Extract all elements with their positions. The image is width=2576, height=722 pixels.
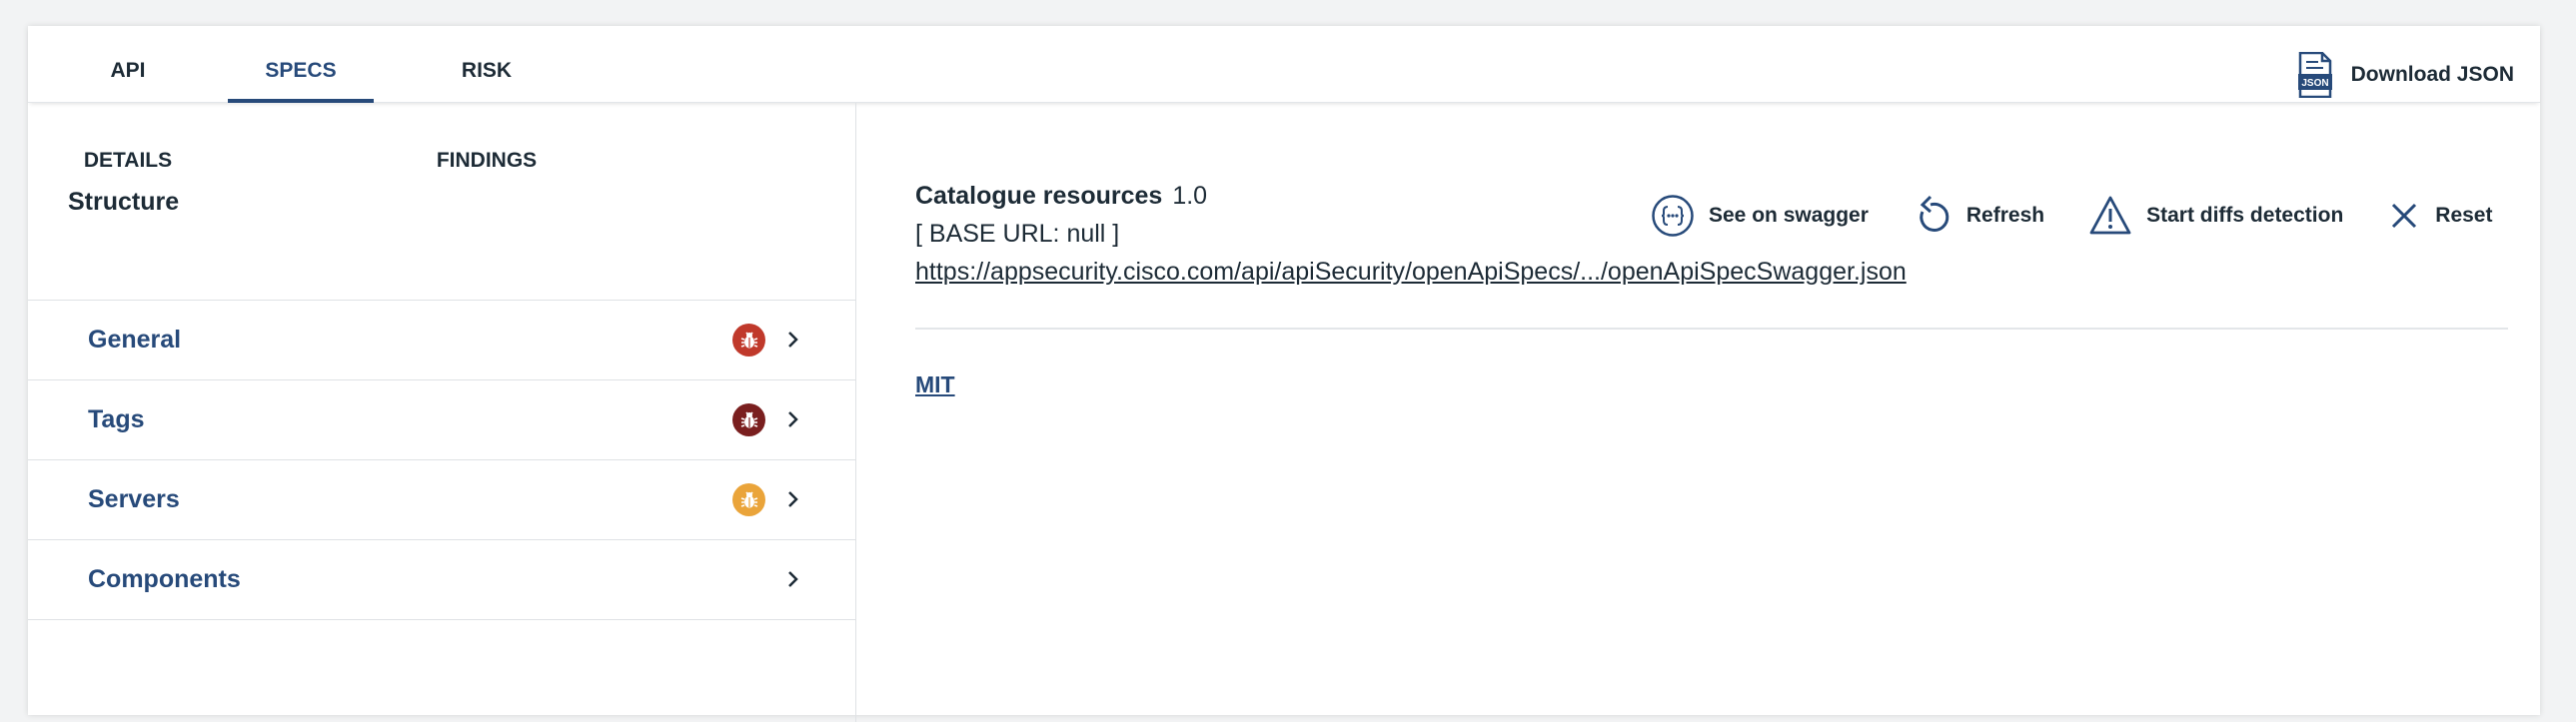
structure-title: Structure — [68, 188, 180, 216]
spec-swagger-link[interactable]: https://appsecurity.cisco.com/api/apiSec… — [915, 258, 1907, 287]
see-on-swagger-label: See on swagger — [1709, 204, 1869, 227]
refresh-label: Refresh — [1965, 204, 2045, 227]
chevron-right-icon — [788, 571, 798, 587]
close-icon — [2392, 203, 2417, 229]
structure-item-label: Tags — [88, 405, 145, 433]
json-icon-text: JSON — [2301, 78, 2328, 89]
structure-item-label: General — [88, 326, 182, 354]
start-diffs-detection-label: Start diffs detection — [2146, 204, 2344, 227]
warning-icon — [2089, 196, 2131, 235]
tab-specs[interactable]: SPECS — [228, 26, 374, 103]
bug-icon — [732, 483, 765, 516]
tab-api-details[interactable]: API DETAILS — [68, 26, 188, 172]
license-link[interactable]: MIT — [915, 371, 955, 398]
spec-title: Catalogue resources 1.0 — [915, 182, 1207, 211]
swagger-icon — [1652, 195, 1694, 237]
download-json-button[interactable]: JSON Download JSON — [2297, 52, 2514, 98]
base-url: [ BASE URL: null ] — [915, 220, 1120, 248]
structure-item-label: Servers — [88, 485, 180, 513]
chevron-right-icon — [788, 332, 798, 348]
bug-icon — [732, 324, 765, 357]
structure-item-general[interactable]: General — [28, 301, 855, 380]
start-diffs-detection-button[interactable]: Start diffs detection — [2088, 195, 2343, 237]
spec-actions: See on swagger Refresh Start diffs detec… — [1651, 192, 2492, 240]
tab-risk-findings[interactable]: RISK FINDINGS — [412, 26, 562, 172]
structure-list: General Tags Servers Components — [28, 300, 855, 620]
chevron-right-icon — [788, 491, 798, 507]
chevron-right-icon — [788, 411, 798, 427]
json-file-icon: JSON — [2297, 52, 2332, 98]
structure-item-label: Components — [88, 565, 241, 593]
bug-icon — [732, 403, 765, 436]
structure-item-servers[interactable]: Servers — [28, 460, 855, 540]
see-on-swagger-button[interactable]: See on swagger — [1651, 194, 1869, 238]
refresh-icon — [1920, 195, 1949, 232]
reset-label: Reset — [2435, 204, 2493, 227]
download-json-label: Download JSON — [2350, 63, 2514, 86]
content-divider — [915, 328, 2508, 330]
spec-version: 1.0 — [1172, 182, 1208, 210]
tab-bar: API DETAILS SPECS RISK FINDINGS JSON Dow… — [28, 26, 2540, 172]
spec-name: Catalogue resources — [915, 182, 1163, 210]
reset-button[interactable]: Reset — [2387, 199, 2492, 233]
structure-item-tags[interactable]: Tags — [28, 380, 855, 460]
structure-item-components[interactable]: Components — [28, 540, 855, 620]
refresh-button[interactable]: Refresh — [1913, 194, 2044, 238]
